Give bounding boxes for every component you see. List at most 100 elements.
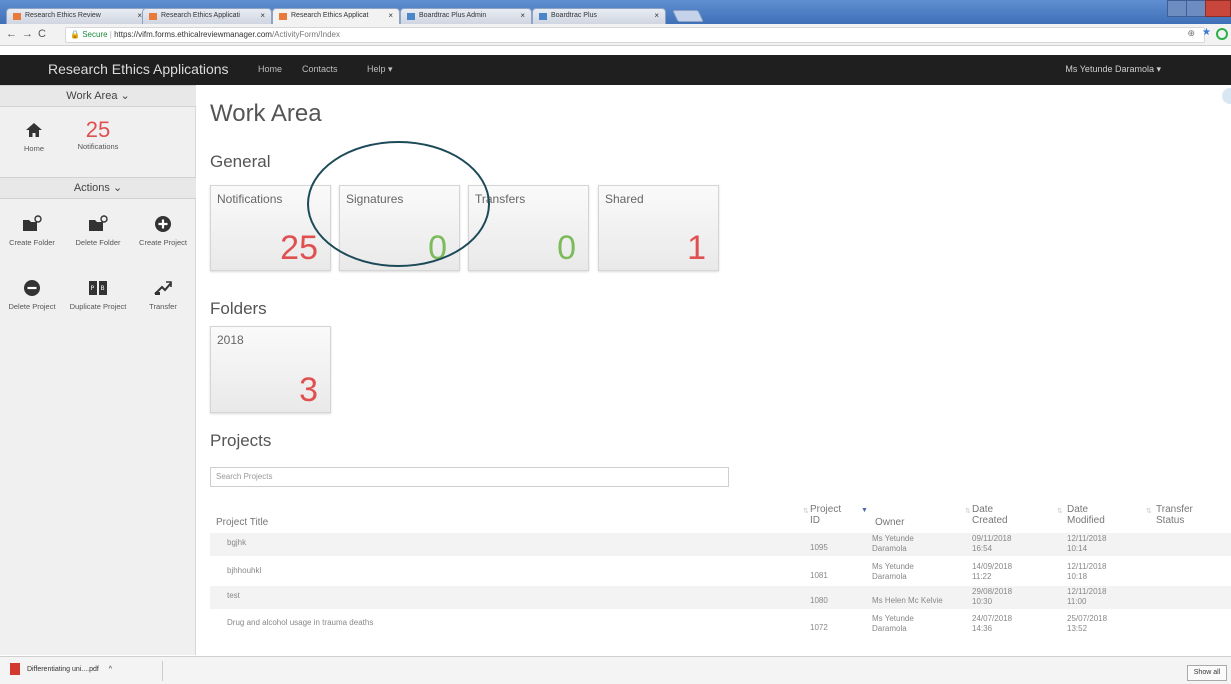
bookmark-star-icon[interactable]: ★ [1202,27,1211,38]
sidebar: Work Area ⌄ Home 25 Notifications Action… [0,85,196,655]
cell-modified: 25/07/2018 13:52 [1067,614,1107,634]
folder-delete-icon [66,215,130,235]
card-value: 25 [280,229,318,267]
table-row[interactable]: test 1080 Ms Helen Mc Kelvie 29/08/2018 1… [210,586,1231,609]
col-date-created[interactable]: Date Created [972,504,1008,526]
modified-time: 10:18 [1067,572,1088,581]
table-row[interactable]: bgjhk 1095 Ms Yetunde Daramola 09/11/2018… [210,533,1231,556]
table-row[interactable]: Drug and alcohol usage in trauma deaths … [210,613,1231,636]
col-project-id[interactable]: Project ID [810,504,841,526]
home-tile[interactable]: Home [2,121,66,153]
work-area-header[interactable]: Work Area ⌄ [0,85,196,107]
col-modified-line2: Modified [1067,515,1105,526]
owner-line1: Ms Yetunde [872,534,914,543]
col-transfer-line2: Status [1156,515,1185,526]
new-tab-button[interactable] [672,10,704,22]
nav-home[interactable]: Home [258,64,282,74]
card-value: 0 [557,229,576,267]
delete-folder-button[interactable]: Delete Folder [66,215,130,247]
close-tab-icon[interactable]: × [654,9,659,23]
create-project-label: Create Project [139,238,187,247]
delete-folder-label: Delete Folder [75,238,121,247]
duplicate-project-label: Duplicate Project [69,302,127,311]
back-arrow-icon[interactable]: ← [6,28,17,40]
create-folder-button[interactable]: Create Folder [0,215,64,247]
tab-label: Boardtrac Plus Admin [419,12,487,19]
col-project-title[interactable]: Project Title [216,517,268,528]
cell-title[interactable]: test [227,591,240,601]
sort-icon[interactable]: ⇅ [803,507,809,515]
create-project-button[interactable]: Create Project [131,215,195,247]
transfer-button[interactable]: Transfer [131,279,195,311]
download-item[interactable]: Differentiating uni....pdf ^ [10,663,112,677]
table-row[interactable]: bjhhouhkl 1081 Ms Yetunde Daramola 14/09/… [210,561,1231,584]
close-tab-icon[interactable]: × [260,9,265,23]
show-all-button[interactable]: Show all [1187,665,1227,681]
minimize-button[interactable] [1167,0,1187,17]
nav-help[interactable]: Help ▾ [367,64,393,75]
notifications-tile[interactable]: 25 Notifications [66,118,130,152]
col-transfer-status[interactable]: Transfer Status [1156,504,1193,526]
folder-card-2018[interactable]: 2018 3 [210,326,331,413]
reload-icon[interactable]: C [38,28,46,40]
browser-tab[interactable]: Research Ethics Applicati × [142,8,272,24]
browser-tab-active[interactable]: Research Ethics Applicat × [272,8,400,24]
brand-title[interactable]: Research Ethics Applications [48,61,229,77]
chevron-up-icon[interactable]: ^ [109,666,112,673]
col-id-line1: Project [810,504,842,515]
sort-icon[interactable]: ⇅ [965,507,971,515]
side-panel-toggle[interactable] [1222,88,1231,104]
plus-circle-icon [131,215,195,235]
sort-icon[interactable]: ⇅ [1057,507,1063,515]
search-projects-input[interactable]: Search Projects [210,467,729,487]
address-bar[interactable]: 🔒 Secure | https://vifm.forms.ethicalrev… [65,27,1205,43]
cell-id: 1081 [810,571,828,580]
close-tab-icon[interactable]: × [388,9,393,23]
url-host: https://vifm.forms.ethicalreviewmanager.… [114,30,272,39]
close-tab-icon[interactable]: × [520,9,525,23]
extension-icon[interactable] [1216,28,1228,40]
maximize-button[interactable] [1186,0,1206,17]
created-time: 16:54 [972,544,993,553]
main-content: Work Area General Notifications 25 Signa… [210,85,1231,655]
transfer-label: Transfer [149,302,177,311]
browser-tab[interactable]: Boardtrac Plus × [532,8,666,24]
cell-created: 24/07/2018 14:36 [972,614,1012,634]
actions-header[interactable]: Actions ⌄ [0,177,196,199]
minus-circle-icon [0,279,64,299]
created-time: 14:36 [972,624,993,633]
tab-label: Research Ethics Applicat [291,12,369,19]
cell-id: 1072 [810,623,828,632]
tab-label: Boardtrac Plus [551,12,597,19]
cell-created: 14/09/2018 11:22 [972,562,1012,582]
forward-arrow-icon[interactable]: → [22,28,33,40]
lock-icon: 🔒 [70,30,80,39]
close-window-button[interactable] [1205,0,1231,17]
projects-table-header: Project Title ⇅ Project ID ▼ Owner ⇅ Date… [210,497,1231,531]
cell-title[interactable]: Drug and alcohol usage in trauma deaths [227,618,373,628]
sort-desc-icon[interactable]: ▼ [861,507,868,514]
home-icon [2,121,66,141]
sort-icon[interactable]: ⇅ [1146,507,1152,515]
browser-tab[interactable]: Boardtrac Plus Admin × [400,8,532,24]
nav-contacts[interactable]: Contacts [302,64,338,74]
created-date: 24/07/2018 [972,614,1013,623]
col-id-line2: ID [810,515,820,526]
owner-line2: Daramola [872,624,907,633]
col-date-modified[interactable]: Date Modified [1067,504,1105,526]
col-owner[interactable]: Owner [875,517,904,528]
tab-favicon-icon [13,13,21,20]
folder-add-icon [0,215,64,235]
user-menu[interactable]: Ms Yetunde Daramola ▾ [1065,64,1161,75]
transfer-icon [131,279,195,299]
duplicate-project-button[interactable]: PB Duplicate Project [66,279,130,311]
delete-project-button[interactable]: Delete Project [0,279,64,311]
tab-favicon-icon [149,13,157,20]
highlight-circle-annotation [307,141,490,267]
shared-card[interactable]: Shared 1 [598,185,719,271]
cell-title[interactable]: bjhhouhkl [227,566,261,576]
browser-tab[interactable]: Research Ethics Review × [6,8,149,24]
zoom-icon[interactable]: ⊕ [1187,28,1195,39]
modified-date: 12/11/2018 [1067,534,1107,543]
cell-title[interactable]: bgjhk [227,538,246,548]
